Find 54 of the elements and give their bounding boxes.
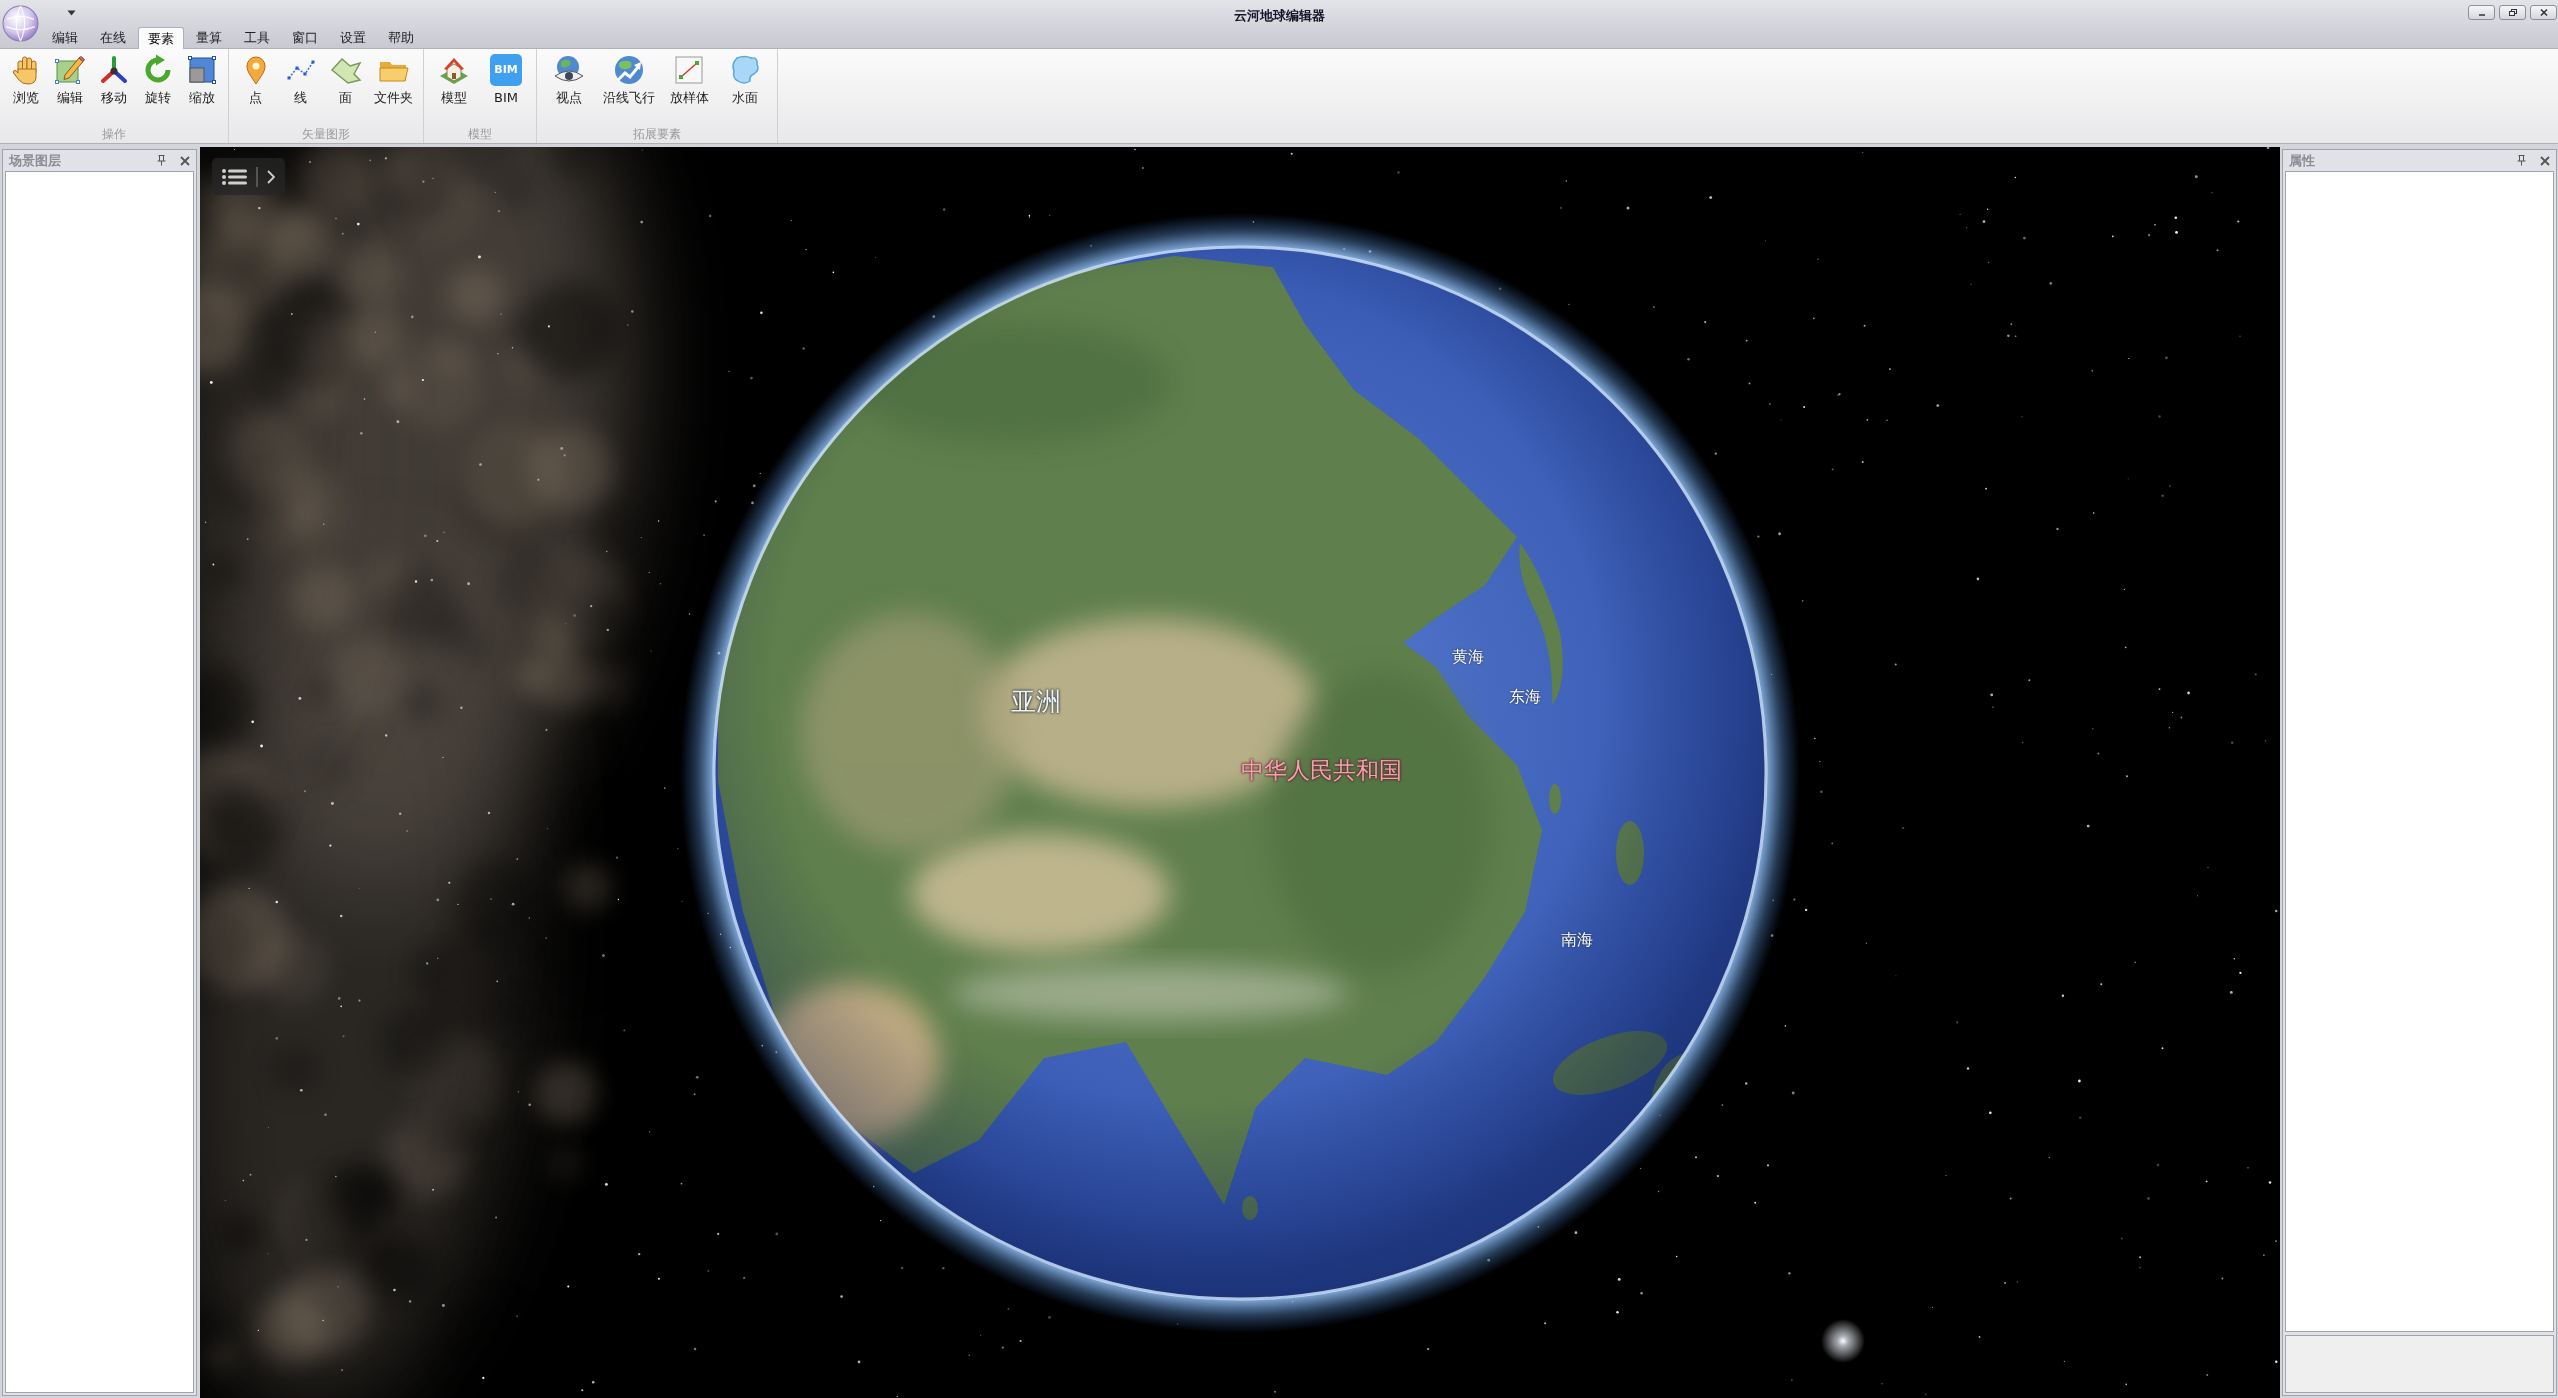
minimize-button[interactable] <box>2468 5 2495 20</box>
group-label: 矢量图形 <box>301 126 351 143</box>
ribbon-button[interactable]: 面 <box>323 54 368 107</box>
ribbon-tab[interactable]: 窗口 <box>282 27 328 48</box>
text-tile-icon: BIM <box>490 54 522 86</box>
ribbon-button[interactable]: 移动 <box>92 54 136 107</box>
ribbon-button[interactable]: 点 <box>233 54 278 107</box>
pin-icon[interactable] <box>2517 155 2526 166</box>
resize-square-icon <box>186 54 218 86</box>
axes-icon <box>98 54 130 86</box>
ribbon-tab[interactable]: 量算 <box>186 27 232 48</box>
ribbon-button[interactable]: 线 <box>278 54 323 107</box>
panel-title: 场景图层 <box>9 151 61 170</box>
ribbon-tab[interactable]: 设置 <box>330 27 376 48</box>
close-icon <box>2538 8 2549 17</box>
group-label: 模型 <box>467 126 493 143</box>
close-icon[interactable] <box>2540 155 2550 166</box>
chevron-right-icon[interactable] <box>267 169 275 184</box>
ribbon-button[interactable]: 缩放 <box>180 54 224 107</box>
sea-label: 南海 <box>1561 932 1593 948</box>
ribbon-button[interactable]: 模型 <box>428 54 480 107</box>
ribbon-button[interactable]: 旋转 <box>136 54 180 107</box>
sea-label: 黄海 <box>1452 649 1484 665</box>
close-icon[interactable] <box>180 155 190 166</box>
close-button[interactable] <box>2530 5 2557 20</box>
line-segment-icon <box>673 54 705 86</box>
caret-icon[interactable] <box>67 10 76 16</box>
ribbon-tab[interactable]: 要素 <box>138 27 184 49</box>
pin-icon[interactable] <box>157 155 166 166</box>
ribbon-button[interactable]: 水面 <box>717 54 773 107</box>
ribbon-button[interactable]: 放样体 <box>661 54 717 107</box>
ribbon-tab[interactable]: 工具 <box>234 27 280 48</box>
pencil-square-icon <box>54 54 86 86</box>
continent-label: 亚洲 <box>1011 688 1061 714</box>
ribbon-button[interactable]: 沿线飞行 <box>597 54 661 107</box>
country-label: 中华人民共和国 <box>1240 758 1402 782</box>
restore-button[interactable] <box>2499 5 2526 20</box>
group-label: 操作 <box>101 126 127 143</box>
list-icon[interactable] <box>222 168 247 185</box>
group-label: 拓展要素 <box>632 126 682 143</box>
panel-title: 属性 <box>2289 151 2315 170</box>
ribbon-button[interactable]: 视点 <box>541 54 597 107</box>
ribbon-button[interactable]: 编辑 <box>48 54 92 107</box>
window-title: 云河地球编辑器 <box>1233 7 1325 25</box>
ribbon-button[interactable]: 浏览 <box>4 54 48 107</box>
ribbon-tab[interactable]: 编辑 <box>42 27 88 48</box>
sea-label: 东海 <box>1509 689 1541 705</box>
ribbon-button[interactable]: 文件夹 <box>368 54 419 107</box>
water-blob-icon <box>729 54 761 86</box>
ribbon-tab[interactable]: 帮助 <box>378 27 424 48</box>
sphere-logo-icon[interactable] <box>2 5 39 42</box>
ribbon-button[interactable]: BIM BIM <box>480 54 532 107</box>
restore-icon <box>2507 8 2518 17</box>
ribbon-tab[interactable]: 在线 <box>90 27 136 48</box>
